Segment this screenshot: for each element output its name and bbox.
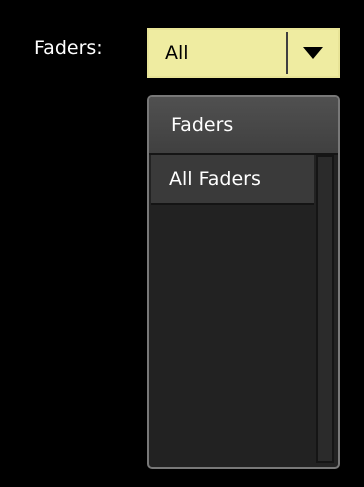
dropdown-header: Faders <box>149 97 338 155</box>
dropdown-items: All Faders <box>149 155 338 467</box>
faders-combobox[interactable]: All <box>147 28 340 78</box>
list-item-all-faders[interactable]: All Faders <box>151 155 314 205</box>
fader-selector-panel: Faders: All Faders All Faders <box>0 0 364 487</box>
scrollbar[interactable] <box>316 155 334 463</box>
faders-dropdown-list: Faders All Faders <box>147 95 340 469</box>
faders-label: Faders: <box>34 37 103 59</box>
triangle-down-icon <box>303 47 323 59</box>
faders-selected-value[interactable]: All <box>149 30 286 76</box>
dropdown-toggle-button[interactable] <box>288 30 338 76</box>
